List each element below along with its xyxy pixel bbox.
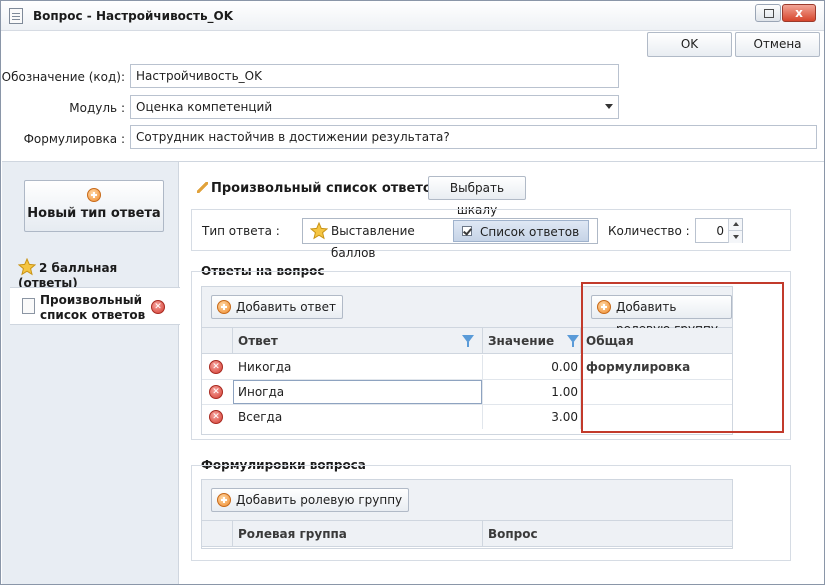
new-answer-type-label: Новый тип ответа xyxy=(27,206,161,221)
module-label: Модуль : xyxy=(69,101,125,115)
count-stepper[interactable]: 0 xyxy=(695,218,743,243)
add-role-group-label: Добавить ролевую группу xyxy=(236,493,403,507)
ok-button[interactable]: OK xyxy=(647,32,732,57)
column-header-value[interactable]: Значение xyxy=(483,328,581,354)
wordings-grid: Ролевая группа Вопрос xyxy=(201,521,733,549)
add-answer-label: Добавить ответ xyxy=(236,300,336,314)
delete-icon[interactable]: ✕ xyxy=(209,360,223,374)
option-points[interactable]: Выставление баллов xyxy=(305,220,451,260)
column-header-label: Ответ xyxy=(238,334,278,348)
code-label: Обозначение (код): xyxy=(1,70,125,84)
wording-label: Формулировка : xyxy=(23,132,125,146)
answer-type-item-selected[interactable]: Произвольный список ответов ✕ xyxy=(10,287,180,325)
filter-icon[interactable] xyxy=(462,335,474,347)
section-title: Произвольный список ответов xyxy=(197,181,440,196)
answer-types-panel: Новый тип ответа 2 балльная (ответы) Про… xyxy=(2,162,180,584)
delete-icon[interactable]: ✕ xyxy=(151,300,165,314)
add-icon xyxy=(217,493,231,507)
answer-type-toggle: Выставление баллов Список ответов xyxy=(302,218,598,260)
choose-scale-button[interactable]: Выбрать шкалу xyxy=(428,176,526,217)
count-value: 0 xyxy=(716,224,724,238)
module-select[interactable]: Оценка компетенций xyxy=(130,95,619,119)
add-role-group-button[interactable]: Добавить ролевую группу xyxy=(211,488,410,512)
row-action-header xyxy=(202,521,233,547)
question-form: OK Отмена Обозначение (код): Настройчиво… xyxy=(2,32,824,162)
row-action-header xyxy=(202,328,233,354)
add-icon xyxy=(217,300,231,314)
value-cell[interactable]: 0.00 xyxy=(483,355,581,379)
new-answer-type-button[interactable]: Новый тип ответа xyxy=(24,180,164,232)
column-header-label: Значение xyxy=(488,334,555,348)
column-header-answer[interactable]: Ответ xyxy=(233,328,483,354)
count-label: Количество : xyxy=(608,224,690,238)
close-button[interactable]: x xyxy=(782,4,816,22)
column-header-role-group[interactable]: Ролевая группа xyxy=(233,521,483,547)
restore-button[interactable] xyxy=(755,4,781,22)
add-answer-button[interactable]: Добавить ответ xyxy=(211,295,343,319)
wordings-toolbar: Добавить ролевую группу xyxy=(201,479,733,521)
value-cell[interactable]: 1.00 xyxy=(483,380,581,404)
stepper-down-icon[interactable] xyxy=(728,231,742,243)
checkbox-icon xyxy=(462,226,472,236)
delete-icon[interactable]: ✕ xyxy=(209,410,223,424)
cancel-button[interactable]: Отмена xyxy=(735,32,820,57)
add-icon xyxy=(87,188,101,202)
code-field[interactable]: Настройчивость_OK xyxy=(130,64,619,88)
focused-row-outline xyxy=(233,380,482,404)
stepper-up-icon[interactable] xyxy=(728,219,742,231)
question-dialog: Вопрос - Настройчивость_OK x OK Отмена О… xyxy=(0,0,825,585)
title-bar: Вопрос - Настройчивость_OK x xyxy=(1,1,824,31)
chevron-down-icon[interactable] xyxy=(605,104,613,109)
filter-icon[interactable] xyxy=(567,335,579,347)
wording-field[interactable]: Сотрудник настойчив в достижении результ… xyxy=(130,125,817,149)
star-icon xyxy=(310,222,328,240)
option-points-label: Выставление баллов xyxy=(331,224,415,260)
answer-type-item-label: Произвольный список ответов xyxy=(40,293,146,322)
answer-cell[interactable]: Никогда xyxy=(233,355,483,379)
column-header-question[interactable]: Вопрос xyxy=(483,521,732,547)
wordings-grid-header: Ролевая группа Вопрос xyxy=(202,521,732,547)
document-icon xyxy=(9,8,23,24)
highlight-annotation xyxy=(581,282,784,433)
value-cell[interactable]: 3.00 xyxy=(483,405,581,429)
answer-cell[interactable]: Всегда xyxy=(233,405,483,429)
section-title-text: Произвольный список ответов xyxy=(211,181,441,196)
module-select-value: Оценка компетенций xyxy=(136,100,273,114)
answer-type-label: Тип ответа : xyxy=(202,224,280,238)
answer-type-item[interactable]: 2 балльная (ответы) xyxy=(18,258,178,290)
star-icon xyxy=(18,258,36,276)
window-title: Вопрос - Настройчивость_OK xyxy=(33,9,234,23)
option-list[interactable]: Список ответов xyxy=(453,220,589,242)
pencil-icon xyxy=(197,182,208,193)
answer-type-box: Тип ответа : Выставление баллов Список о… xyxy=(191,209,791,260)
option-list-label: Список ответов xyxy=(480,225,580,239)
document-icon xyxy=(22,298,35,314)
delete-icon[interactable]: ✕ xyxy=(209,385,223,399)
